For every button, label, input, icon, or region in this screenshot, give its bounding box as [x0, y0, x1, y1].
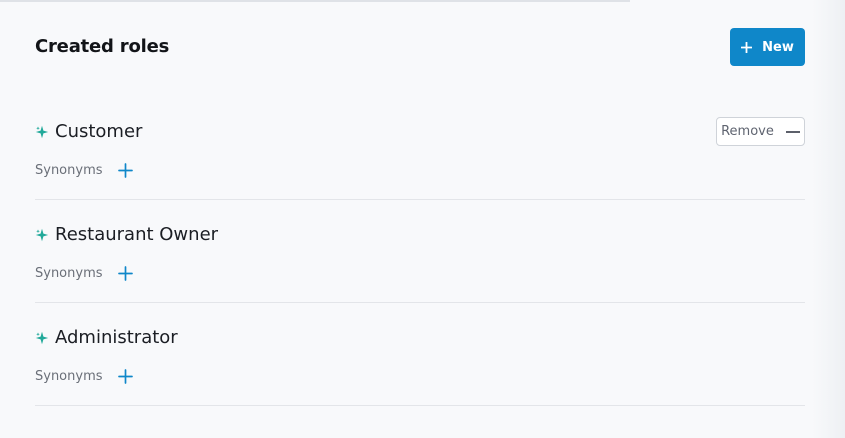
role-item-customer: Customer Synonyms Remove — [35, 97, 805, 200]
plus-icon — [118, 368, 133, 384]
role-name: Restaurant Owner — [55, 224, 219, 245]
role-name: Administrator — [55, 327, 178, 348]
synonyms-label: Synonyms — [35, 162, 103, 178]
minus-icon — [785, 130, 800, 133]
synonyms-row: Synonyms — [35, 264, 135, 282]
sparkle-icon — [35, 125, 49, 139]
plus-icon — [118, 162, 133, 178]
remove-role-button[interactable]: Remove — [716, 117, 805, 146]
new-button-label: New — [762, 39, 794, 55]
add-synonym-button[interactable] — [117, 367, 135, 385]
role-list: Customer Synonyms Remove Restaurant Owne… — [35, 97, 805, 406]
scroll-edge-shade — [812, 0, 845, 438]
sparkle-icon — [35, 228, 49, 242]
role-item-restaurant-owner: Restaurant Owner Synonyms — [35, 200, 805, 303]
plus-icon — [118, 265, 133, 281]
sparkle-icon — [35, 331, 49, 345]
remove-button-label: Remove — [721, 124, 774, 139]
synonyms-row: Synonyms — [35, 367, 135, 385]
synonyms-row: Synonyms — [35, 161, 135, 179]
role-title-row: Restaurant Owner — [35, 224, 218, 245]
roles-header: Created roles New — [35, 28, 805, 66]
role-name: Customer — [55, 121, 143, 142]
role-title-row: Customer — [35, 121, 142, 142]
page-title: Created roles — [35, 36, 170, 57]
role-item-administrator: Administrator Synonyms — [35, 303, 805, 406]
top-divider — [0, 0, 630, 2]
plus-icon — [741, 41, 753, 53]
add-synonym-button[interactable] — [117, 264, 135, 282]
synonyms-label: Synonyms — [35, 265, 103, 281]
new-role-button[interactable]: New — [730, 28, 805, 66]
add-synonym-button[interactable] — [117, 161, 135, 179]
synonyms-label: Synonyms — [35, 368, 103, 384]
role-title-row: Administrator — [35, 327, 178, 348]
